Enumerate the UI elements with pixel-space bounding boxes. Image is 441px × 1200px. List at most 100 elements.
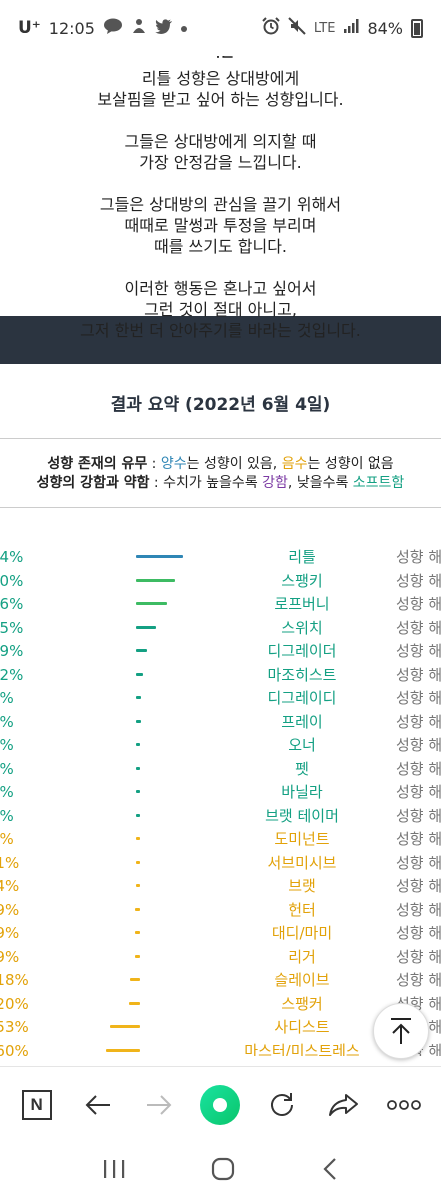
result-name[interactable]: 사디스트 — [232, 1016, 372, 1038]
legend-label: 성향의 강함과 약함 — [36, 475, 150, 491]
back-button[interactable] — [74, 1081, 122, 1129]
result-name[interactable]: 헌터 — [232, 899, 372, 921]
result-description-link[interactable]: 성향 해 — [396, 687, 441, 709]
result-bar — [136, 790, 140, 793]
result-name[interactable]: 오너 — [232, 734, 372, 756]
result-description-link[interactable]: 성향 해 — [396, 593, 441, 615]
result-bar — [110, 1025, 140, 1028]
result-name[interactable]: 디그레이디 — [232, 687, 372, 709]
result-description-link[interactable]: 성향 해 — [396, 711, 441, 733]
result-description-link[interactable]: 성향 해 — [396, 899, 441, 921]
article-line: 리틀 성향은 상대방에게 — [141, 69, 300, 88]
result-name[interactable]: 슬레이브 — [232, 969, 372, 991]
legend-line-existence: 성향 존재의 유무 : 양수는 성향이 있음, 음수는 성향이 없음 — [0, 455, 441, 474]
result-percent: 4% — [0, 806, 14, 825]
result-bar — [136, 649, 147, 652]
legend-line-strength: 성향의 강함과 약함 : 수치가 높을수록 강함, 낮을수록 소프트함 — [0, 474, 441, 493]
result-row: 9% 디그레이디 성향 해 — [0, 687, 441, 711]
result-description-link[interactable]: 성향 해 — [396, 946, 441, 968]
result-name[interactable]: 리틀 — [232, 546, 372, 568]
result-name[interactable]: 펫 — [232, 758, 372, 780]
share-button[interactable] — [319, 1081, 367, 1129]
result-percent: 7% — [0, 783, 14, 801]
status-bar: U⁺ 12:05 LTE 84% — [0, 0, 441, 56]
result-description-link[interactable]: 성향 해 — [396, 546, 441, 568]
refresh-button[interactable] — [258, 1081, 306, 1129]
forward-button[interactable] — [135, 1081, 183, 1129]
green-circle-icon — [200, 1084, 241, 1125]
result-name[interactable]: 서브미시브 — [232, 852, 372, 874]
result-description-link[interactable]: 성향 해 — [396, 570, 441, 592]
result-percent: 70% — [0, 571, 24, 590]
result-name[interactable]: 스위치 — [232, 617, 372, 639]
refresh-icon — [270, 1092, 293, 1116]
result-row: -9% 리거 성향 해 — [0, 946, 441, 970]
result-percent: -18% — [0, 971, 29, 989]
result-row: -9% 헌터 성향 해 — [0, 899, 441, 923]
result-description-link[interactable]: 성향 해 — [396, 781, 441, 803]
result-name[interactable]: 스팽커 — [232, 993, 372, 1015]
result-percent: -9% — [0, 924, 20, 942]
result-name[interactable]: 리거 — [232, 946, 372, 968]
result-description-link[interactable]: 성향 해 — [396, 734, 441, 756]
result-bar — [106, 1048, 140, 1052]
result-description-link[interactable]: 성향 해 — [396, 828, 441, 850]
arrow-left-icon — [85, 1094, 110, 1115]
article-line: 보살핌을 받고 싶어 하는 성향입니다. — [97, 90, 344, 109]
result-bar — [136, 766, 140, 770]
recent-apps-button[interactable] — [103, 1159, 125, 1183]
result-row: 0% 도미넌트 성향 해 — [0, 828, 441, 852]
web-content[interactable]: 리틀 리틀 성향은 상대방에게 보살핌을 받고 싶어 하는 성향입니다. 그들은… — [0, 56, 441, 1056]
naver-home-button[interactable]: N — [13, 1081, 61, 1129]
result-name[interactable]: 디그레이더 — [232, 640, 372, 662]
result-description-link[interactable]: 성향 해 — [396, 805, 441, 827]
description-article: 리틀 리틀 성향은 상대방에게 보살핌을 받고 싶어 하는 성향입니다. 그들은… — [0, 56, 441, 340]
result-name[interactable]: 프레이 — [232, 711, 372, 733]
legend-strong: 강함 — [262, 475, 288, 491]
result-name[interactable]: 바닐라 — [232, 781, 372, 803]
result-percent: 12% — [0, 665, 24, 684]
result-description-link[interactable]: 성향 해 — [396, 664, 441, 686]
result-name[interactable]: 로프버니 — [232, 593, 372, 615]
result-description-link[interactable]: 성향 해 — [396, 969, 441, 991]
result-bar — [136, 743, 140, 746]
result-name[interactable]: 마스터/미스트레스 — [232, 1040, 372, 1057]
more-dots-icon — [387, 1099, 422, 1110]
result-row: 9% 프레이 성향 해 — [0, 711, 441, 735]
result-description-link[interactable]: 성향 해 — [396, 875, 441, 897]
result-row: 70% 스팽키 성향 해 — [0, 570, 441, 594]
result-bar — [136, 625, 156, 629]
home-button[interactable] — [211, 1157, 235, 1185]
result-bar — [136, 672, 143, 676]
result-percent: -53% — [0, 1018, 29, 1036]
result-percent: 7% — [0, 736, 14, 754]
result-name[interactable]: 브랫 — [232, 875, 372, 897]
result-bar — [134, 954, 140, 958]
result-bar — [129, 978, 140, 981]
result-name[interactable]: 스팽키 — [232, 570, 372, 592]
result-description-link[interactable]: 성향 해 — [396, 758, 441, 780]
result-description-link[interactable]: 성향 해 — [396, 922, 441, 944]
result-percent: 9% — [0, 689, 14, 707]
result-name[interactable]: 대디/마미 — [232, 922, 372, 944]
result-description-link[interactable]: 성향 해 — [396, 640, 441, 662]
result-percent: 84% — [0, 548, 24, 566]
result-name[interactable]: 브랫 테이머 — [232, 805, 372, 827]
result-name[interactable]: 마조히스트 — [232, 664, 372, 686]
result-description-link[interactable]: 성향 해 — [396, 617, 441, 639]
result-row: -1% 서브미시브 성향 해 — [0, 852, 441, 876]
result-bar — [136, 555, 184, 558]
scroll-to-top-button[interactable] — [373, 1003, 429, 1059]
result-row: -18% 슬레이브 성향 해 — [0, 969, 441, 993]
more-button[interactable] — [380, 1081, 428, 1129]
arrow-right-icon — [147, 1094, 172, 1115]
legend-positive: 양수 — [160, 456, 187, 472]
result-bar — [136, 860, 140, 864]
result-description-link[interactable]: 성향 해 — [396, 852, 441, 874]
article-paragraph: 리틀 성향은 상대방에게 보살핌을 받고 싶어 하는 성향입니다. — [0, 68, 441, 110]
naver-n-icon: N — [21, 1089, 52, 1120]
result-name[interactable]: 도미넌트 — [232, 828, 372, 850]
system-back-button[interactable] — [322, 1157, 338, 1185]
green-dot-button[interactable] — [196, 1081, 244, 1129]
article-paragraph: 그들은 상대방에게 의지할 때 가장 안정감을 느낍니다. — [0, 131, 441, 173]
